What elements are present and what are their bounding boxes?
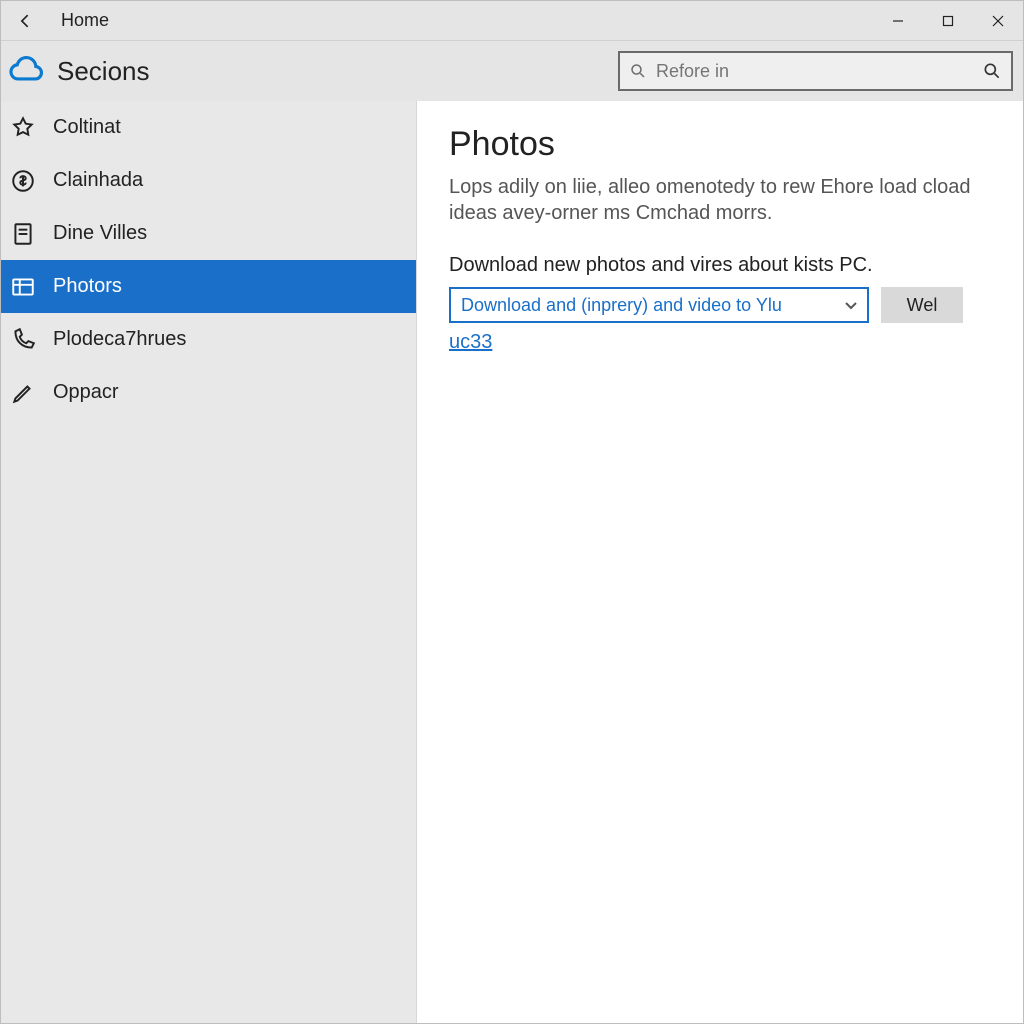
body: Coltinat Clainhada Din	[1, 101, 1023, 1023]
app-title: Secions	[57, 56, 150, 87]
header-row: Secions	[1, 41, 1023, 101]
document-icon	[7, 218, 39, 250]
sidebar-item-label: Dine Villes	[53, 222, 147, 245]
cloud-icon	[5, 50, 47, 92]
sidebar-item-dine-villes[interactable]: Dine Villes	[1, 207, 416, 260]
sidebar-item-plodeca7hrues[interactable]: Plodeca7hrues	[1, 313, 416, 366]
sidebar-item-label: Photors	[53, 275, 122, 298]
minimize-button[interactable]	[873, 1, 923, 41]
sidebar-item-label: Plodeca7hrues	[53, 328, 186, 351]
sidebar-item-oppacr[interactable]: Oppacr	[1, 366, 416, 419]
sidebar-item-label: Coltinat	[53, 116, 121, 139]
wel-button[interactable]: Wel	[881, 287, 963, 323]
app-window: Home Secions	[0, 0, 1024, 1024]
close-button[interactable]	[973, 1, 1023, 41]
window-title: Home	[51, 10, 109, 31]
pen-icon	[7, 377, 39, 409]
search-submit-icon[interactable]	[981, 60, 1003, 82]
titlebar: Home	[1, 1, 1023, 41]
page-heading: Photos	[449, 125, 991, 164]
page-description: Lops adily on liie, alleo omenotedy to r…	[449, 174, 991, 226]
download-dropdown[interactable]: Download and (inprery) and video to Ylu	[449, 287, 869, 323]
chevron-down-icon	[843, 297, 859, 313]
sidebar-item-coltinat[interactable]: Coltinat	[1, 101, 416, 154]
maximize-button[interactable]	[923, 1, 973, 41]
uc33-link[interactable]: uc33	[449, 331, 492, 354]
dollar-circle-icon	[7, 165, 39, 197]
star-icon	[7, 112, 39, 144]
download-row: Download and (inprery) and video to Ylu …	[449, 287, 991, 323]
search-input[interactable]	[656, 61, 973, 82]
phone-icon	[7, 324, 39, 356]
photos-icon	[7, 271, 39, 303]
search-icon	[628, 61, 648, 81]
main-content: Photos Lops adily on liie, alleo omenote…	[417, 101, 1023, 1023]
sidebar-item-clainhada[interactable]: Clainhada	[1, 154, 416, 207]
sidebar-item-photors[interactable]: Photors	[1, 260, 416, 313]
sidebar: Coltinat Clainhada Din	[1, 101, 417, 1023]
search-box[interactable]	[618, 51, 1013, 91]
back-button[interactable]	[1, 1, 51, 41]
sidebar-item-label: Clainhada	[53, 169, 143, 192]
dropdown-value: Download and (inprery) and video to Ylu	[461, 295, 782, 316]
sidebar-item-label: Oppacr	[53, 381, 119, 404]
download-section-label: Download new photos and vires about kist…	[449, 254, 991, 277]
